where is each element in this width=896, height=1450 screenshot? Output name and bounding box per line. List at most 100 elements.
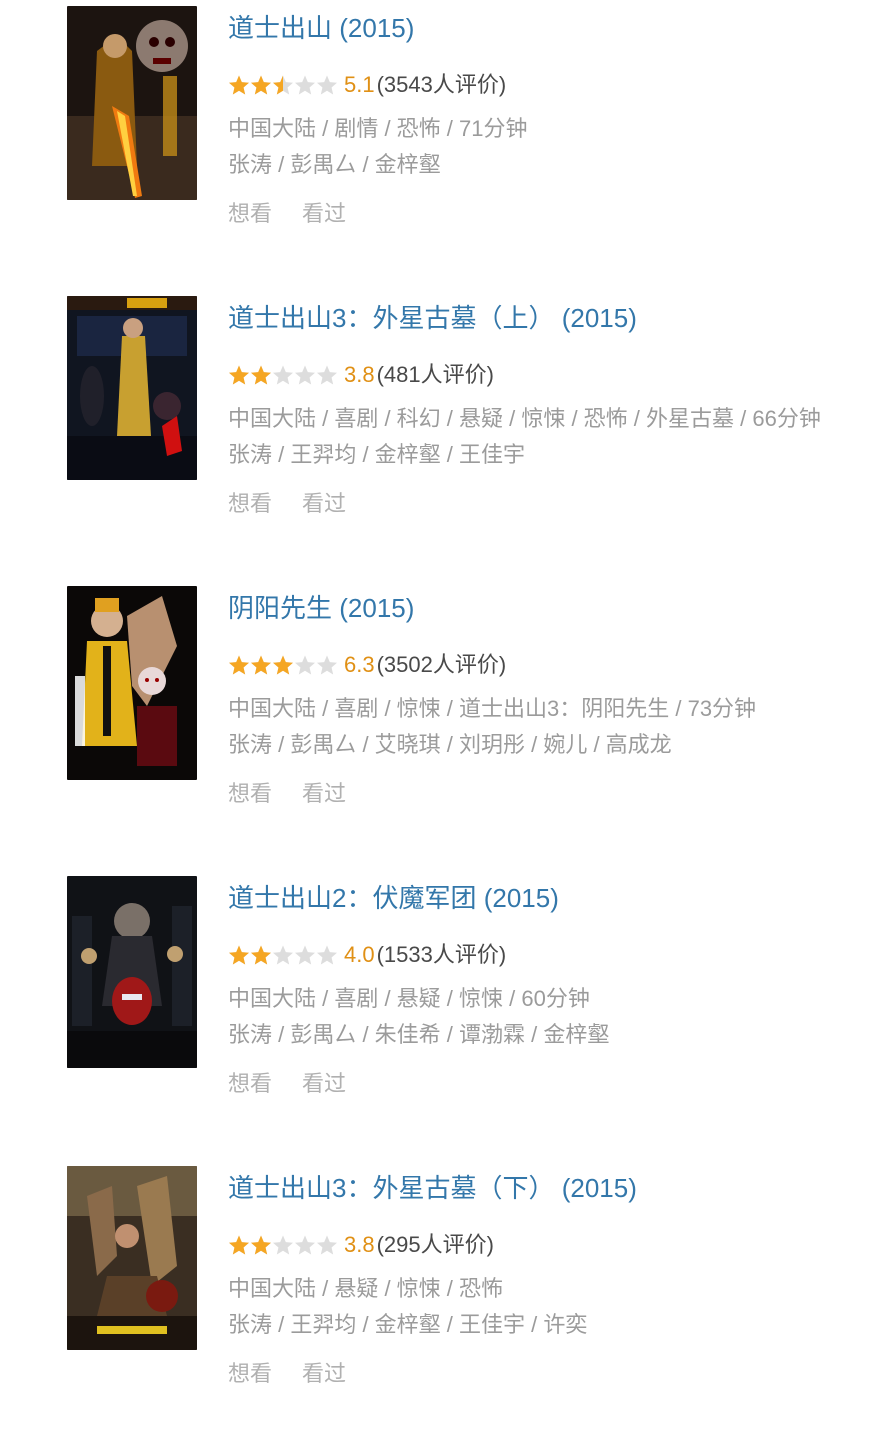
rating-score: 4.0 bbox=[344, 942, 375, 967]
movie-year[interactable]: (2015) bbox=[339, 593, 414, 623]
star-filled-icon bbox=[229, 365, 249, 385]
movie-rating: 6.3(3502人评价) bbox=[228, 650, 506, 680]
stars-svg bbox=[229, 655, 337, 675]
movie-rating: 3.8(295人评价) bbox=[228, 1230, 494, 1260]
star-filled-icon bbox=[229, 945, 249, 965]
star-icon bbox=[295, 365, 315, 385]
movie-rating: 4.0(1533人评价) bbox=[228, 940, 506, 970]
movie-list: 道士出山 (2015) 5.1(3543人评价) 中国大陆 / 剧情 / 恐怖 … bbox=[0, 0, 896, 1416]
movie-title-link[interactable]: 道士出山3：外星古墓（下） (2015) bbox=[228, 1172, 637, 1204]
watched-button[interactable]: 看过 bbox=[302, 1361, 346, 1386]
rating-count: (1533人评价) bbox=[376, 942, 507, 967]
movie-year[interactable]: (2015) bbox=[339, 13, 414, 43]
watched-button[interactable]: 看过 bbox=[302, 781, 346, 806]
want-to-watch-button[interactable]: 想看 bbox=[228, 1361, 272, 1386]
rating-stars bbox=[228, 364, 338, 386]
movie-cast: 张涛 / 王羿均 / 金梓壑 / 王佳宇 / 许奕 bbox=[228, 1312, 588, 1337]
star-icon bbox=[295, 655, 315, 675]
movie-cast: 张涛 / 彭禺厶 / 艾晓琪 / 刘玥彤 / 婉儿 / 高成龙 bbox=[228, 732, 672, 757]
movie-poster[interactable] bbox=[67, 876, 197, 1068]
movie-meta: 中国大陆 / 喜剧 / 悬疑 / 惊悚 / 60分钟 bbox=[228, 986, 590, 1011]
star-icon bbox=[273, 1235, 293, 1255]
star-icon bbox=[295, 945, 315, 965]
movie-title[interactable]: 道士出山3：外星古墓（上） bbox=[228, 303, 554, 333]
stars-svg bbox=[229, 1235, 337, 1255]
want-to-watch-button[interactable]: 想看 bbox=[228, 491, 272, 516]
movie-title[interactable]: 道士出山 bbox=[228, 13, 332, 43]
star-filled-icon bbox=[251, 1235, 271, 1255]
star-filled-icon bbox=[251, 655, 271, 675]
movie-poster[interactable] bbox=[67, 6, 197, 200]
movie-title[interactable]: 道士出山3：外星古墓（下） bbox=[228, 1173, 554, 1203]
rating-count: (481人评价) bbox=[376, 362, 494, 387]
star-filled-icon bbox=[273, 655, 293, 675]
stars-svg bbox=[229, 945, 337, 965]
movie-poster[interactable] bbox=[67, 586, 197, 780]
movie-rating: 3.8(481人评价) bbox=[228, 360, 494, 390]
star-filled-icon bbox=[229, 1235, 249, 1255]
rating-score: 3.8 bbox=[344, 362, 375, 387]
movie-actions: 想看 看过 bbox=[228, 776, 376, 808]
rating-score: 3.8 bbox=[344, 1232, 375, 1257]
star-icon bbox=[317, 1235, 337, 1255]
movie-poster[interactable] bbox=[67, 1166, 197, 1350]
want-to-watch-button[interactable]: 想看 bbox=[228, 1071, 272, 1096]
rating-score: 5.1 bbox=[344, 72, 375, 97]
movie-cast: 张涛 / 彭禺厶 / 金梓壑 bbox=[228, 152, 441, 177]
star-filled-icon bbox=[251, 365, 271, 385]
movie-title-link[interactable]: 道士出山2：伏魔军团 (2015) bbox=[228, 882, 559, 914]
movie-item: 道士出山3：外星古墓（下） (2015) 3.8(295人评价) 中国大陆 / … bbox=[0, 1160, 896, 1450]
star-icon bbox=[295, 75, 315, 95]
movie-title-link[interactable]: 道士出山 (2015) bbox=[228, 12, 414, 44]
star-icon bbox=[273, 365, 293, 385]
rating-stars bbox=[228, 1234, 338, 1256]
star-icon bbox=[317, 75, 337, 95]
stars-svg bbox=[229, 75, 337, 95]
star-icon bbox=[273, 945, 293, 965]
rating-count: (3502人评价) bbox=[376, 652, 507, 677]
watched-button[interactable]: 看过 bbox=[302, 491, 346, 516]
movie-item: 道士出山2：伏魔军团 (2015) 4.0(1533人评价) 中国大陆 / 喜剧… bbox=[0, 870, 896, 1160]
movie-year[interactable]: (2015) bbox=[562, 303, 637, 333]
star-icon bbox=[317, 945, 337, 965]
rating-count: (3543人评价) bbox=[376, 72, 507, 97]
want-to-watch-button[interactable]: 想看 bbox=[228, 201, 272, 226]
movie-meta: 中国大陆 / 喜剧 / 科幻 / 悬疑 / 惊悚 / 恐怖 / 外星古墓 / 6… bbox=[228, 406, 821, 431]
star-filled-icon bbox=[251, 75, 271, 95]
star-filled-icon bbox=[229, 655, 249, 675]
movie-actions: 想看 看过 bbox=[228, 486, 376, 518]
movie-cast: 张涛 / 彭禺厶 / 朱佳希 / 谭渤霖 / 金梓壑 bbox=[228, 1022, 610, 1047]
movie-poster[interactable] bbox=[67, 296, 197, 480]
movie-year[interactable]: (2015) bbox=[484, 883, 559, 913]
rating-count: (295人评价) bbox=[376, 1232, 494, 1257]
movie-title[interactable]: 阴阳先生 bbox=[228, 593, 332, 623]
rating-score: 6.3 bbox=[344, 652, 375, 677]
star-filled-icon bbox=[229, 75, 249, 95]
stars-svg bbox=[229, 365, 337, 385]
rating-stars bbox=[228, 944, 338, 966]
watched-button[interactable]: 看过 bbox=[302, 201, 346, 226]
rating-stars bbox=[228, 654, 338, 676]
movie-title[interactable]: 道士出山2：伏魔军团 bbox=[228, 883, 476, 913]
rating-stars bbox=[228, 74, 338, 96]
star-icon bbox=[295, 1235, 315, 1255]
movie-year[interactable]: (2015) bbox=[562, 1173, 637, 1203]
movie-cast: 张涛 / 王羿均 / 金梓壑 / 王佳宇 bbox=[228, 442, 526, 467]
movie-actions: 想看 看过 bbox=[228, 196, 376, 228]
movie-item: 阴阳先生 (2015) 6.3(3502人评价) 中国大陆 / 喜剧 / 惊悚 … bbox=[0, 580, 896, 870]
movie-actions: 想看 看过 bbox=[228, 1066, 376, 1098]
movie-meta: 中国大陆 / 剧情 / 恐怖 / 71分钟 bbox=[228, 116, 528, 141]
want-to-watch-button[interactable]: 想看 bbox=[228, 781, 272, 806]
movie-actions: 想看 看过 bbox=[228, 1356, 376, 1388]
star-icon bbox=[317, 365, 337, 385]
movie-title-link[interactable]: 道士出山3：外星古墓（上） (2015) bbox=[228, 302, 637, 334]
movie-item: 道士出山3：外星古墓（上） (2015) 3.8(481人评价) 中国大陆 / … bbox=[0, 290, 896, 580]
watched-button[interactable]: 看过 bbox=[302, 1071, 346, 1096]
star-icon bbox=[317, 655, 337, 675]
movie-meta: 中国大陆 / 喜剧 / 惊悚 / 道士出山3：阴阳先生 / 73分钟 bbox=[228, 696, 757, 721]
movie-title-link[interactable]: 阴阳先生 (2015) bbox=[228, 592, 414, 624]
movie-item: 道士出山 (2015) 5.1(3543人评价) 中国大陆 / 剧情 / 恐怖 … bbox=[0, 0, 896, 290]
movie-rating: 5.1(3543人评价) bbox=[228, 70, 506, 100]
movie-meta: 中国大陆 / 悬疑 / 惊悚 / 恐怖 bbox=[228, 1276, 504, 1301]
star-filled-icon bbox=[251, 945, 271, 965]
